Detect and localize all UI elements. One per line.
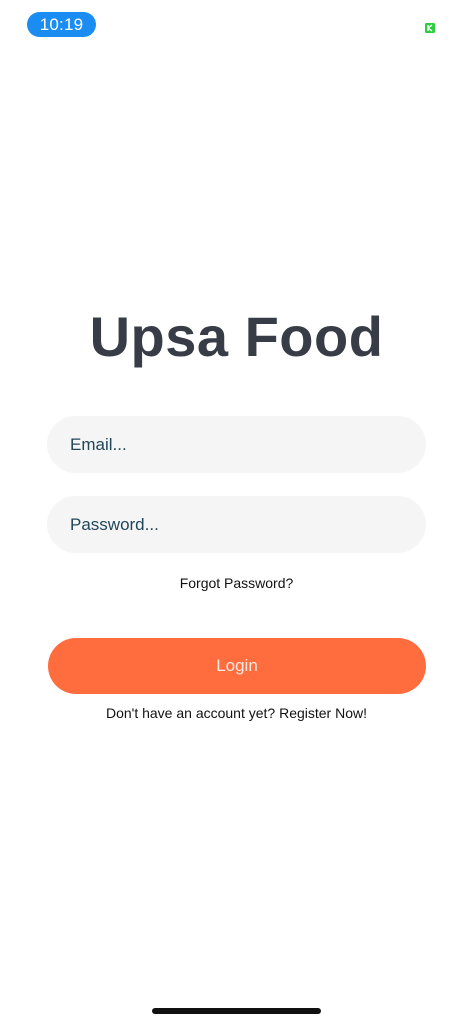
app-title: Upsa Food bbox=[89, 305, 384, 368]
password-field[interactable] bbox=[47, 496, 426, 553]
battery-charging-icon bbox=[425, 23, 435, 33]
email-field[interactable] bbox=[47, 416, 426, 473]
status-time: 10:19 bbox=[27, 12, 96, 37]
home-indicator[interactable] bbox=[152, 1008, 321, 1014]
register-link[interactable]: Don't have an account yet? Register Now! bbox=[0, 705, 473, 721]
login-button[interactable]: Login bbox=[48, 638, 426, 694]
forgot-password-link[interactable]: Forgot Password? bbox=[0, 575, 473, 591]
